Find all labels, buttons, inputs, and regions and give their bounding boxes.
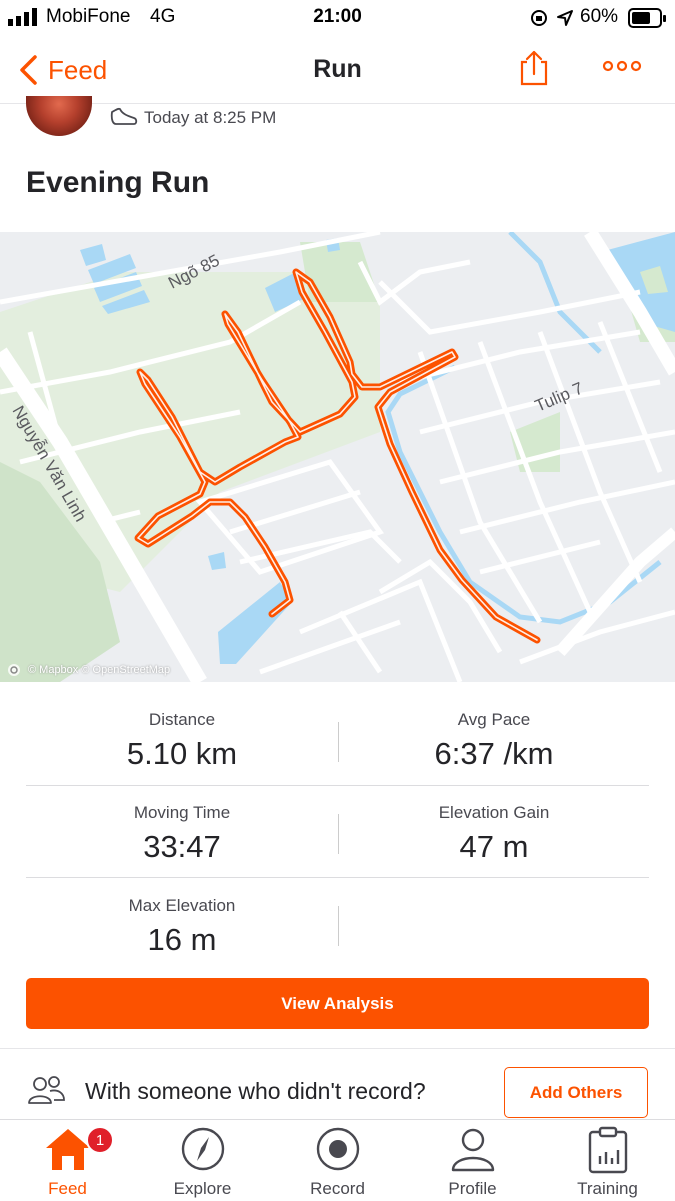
tab-label: Training (577, 1179, 638, 1198)
compass-icon (181, 1127, 224, 1171)
map-attribution: © Mapbox © OpenStreetMap (6, 662, 170, 678)
page-title: Run (313, 55, 362, 83)
route-map[interactable]: Ngõ 85 Tulip 7 Nguyễn Văn Linh © Mapbox … (0, 232, 675, 682)
tab-feed[interactable]: 1 Feed (0, 1120, 135, 1201)
map-canvas: Ngõ 85 Tulip 7 Nguyễn Văn Linh (0, 232, 675, 682)
stat-value: 33:47 (143, 829, 221, 864)
mapbox-logo-icon (8, 664, 20, 676)
map-credit-text: © Mapbox © OpenStreetMap (28, 664, 171, 676)
divider (338, 906, 339, 946)
tab-explore[interactable]: Explore (135, 1120, 270, 1201)
tab-label: Feed (48, 1179, 87, 1198)
add-others-prompt: With someone who didn't record? (85, 1078, 426, 1104)
view-analysis-button[interactable]: View Analysis (26, 978, 649, 1029)
tab-profile[interactable]: Profile (405, 1120, 540, 1201)
profile-icon (451, 1128, 494, 1172)
stat-label: Elevation Gain (438, 803, 550, 822)
stat-value: 16 m (147, 922, 217, 957)
training-icon (588, 1126, 627, 1174)
tab-label: Record (310, 1179, 365, 1198)
share-icon[interactable] (518, 50, 550, 86)
stat-moving-time: Moving Time 33:47 (26, 803, 338, 865)
battery-percent: 60% (580, 6, 619, 27)
navigation-bar: Feed Run (0, 36, 675, 104)
battery-icon (628, 8, 666, 28)
add-others-row: With someone who didn't record? Add Othe… (0, 1049, 675, 1119)
more-options-icon[interactable] (600, 58, 644, 74)
divider (26, 877, 649, 878)
record-icon (316, 1127, 359, 1171)
stat-avg-pace: Avg Pace 6:37 /km (338, 710, 650, 772)
people-icon (28, 1076, 65, 1104)
tab-label: Profile (448, 1179, 497, 1198)
status-bar: MobiFone 4G 21:00 60% (0, 0, 675, 36)
stat-value: 5.10 km (126, 736, 238, 771)
tab-training[interactable]: Training (540, 1120, 675, 1201)
stat-label: Avg Pace (457, 710, 531, 729)
stat-label: Distance (148, 710, 216, 729)
activity-title: Evening Run (26, 166, 210, 199)
orientation-lock-icon (531, 10, 547, 26)
location-arrow-icon (557, 10, 573, 26)
tab-label: Explore (173, 1179, 232, 1198)
stat-distance: Distance 5.10 km (26, 710, 338, 772)
activity-timestamp: Today at 8:25 PM (144, 108, 277, 127)
shoe-icon (110, 107, 138, 125)
divider (26, 785, 649, 786)
tab-bar: 1 Feed Explore Record Profile Training (0, 1119, 675, 1200)
tab-record[interactable]: Record (270, 1120, 405, 1201)
stat-value: 6:37 /km (434, 736, 554, 771)
notification-badge: 1 (86, 1126, 114, 1154)
add-others-button[interactable]: Add Others (504, 1067, 648, 1118)
avatar[interactable] (26, 96, 92, 136)
stat-max-elevation: Max Elevation 16 m (26, 896, 338, 958)
stat-value: 47 m (459, 829, 529, 864)
activity-header: Today at 8:25 PM (0, 96, 675, 144)
home-icon (45, 1129, 90, 1170)
stat-label: Moving Time (133, 803, 231, 822)
stat-label: Max Elevation (128, 896, 236, 915)
stat-elevation-gain: Elevation Gain 47 m (338, 803, 650, 865)
